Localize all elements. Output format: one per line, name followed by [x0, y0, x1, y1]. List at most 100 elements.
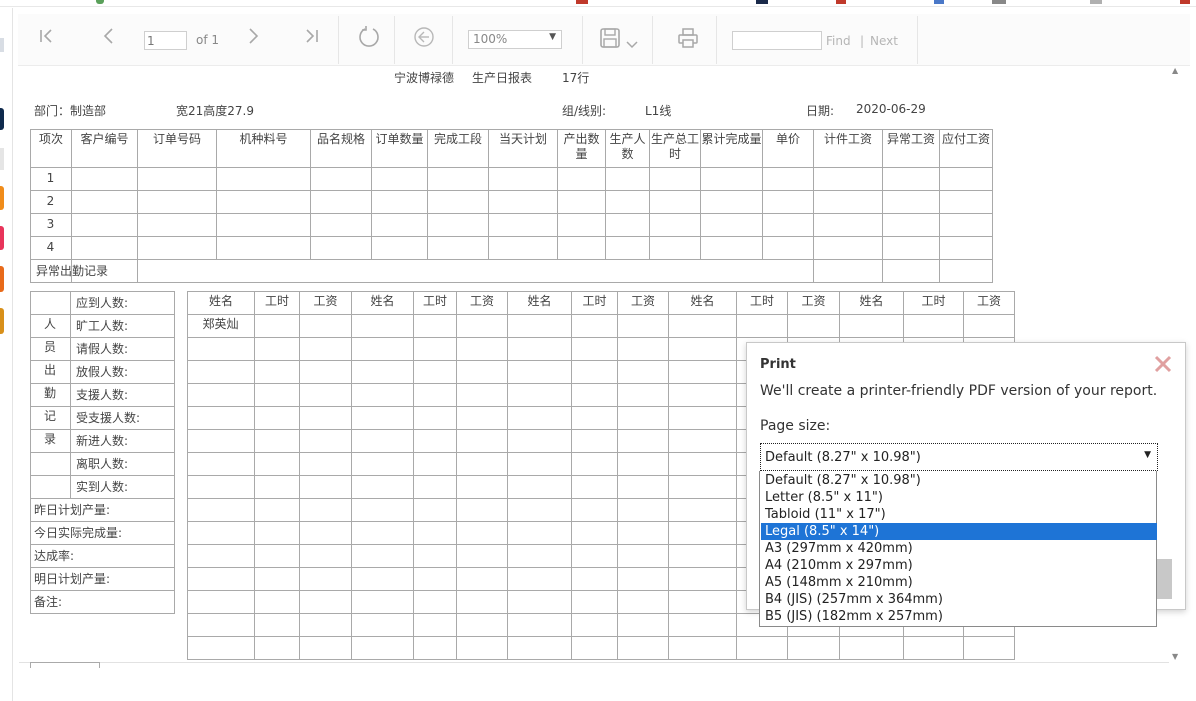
print-dialog-title: Print	[760, 357, 796, 372]
find-separator: |	[860, 34, 865, 48]
scroll-up-icon[interactable]: ▲	[1172, 66, 1178, 75]
column-header: 工资	[630, 294, 655, 308]
left-app-dock	[0, 8, 13, 701]
table-grid-line	[30, 360, 175, 361]
report-viewer: of 1 100% ▼ Find | Next ▲ ▼ 宁波博禄德 生产日报表 …	[0, 0, 1196, 701]
report-title: 生产日报表	[472, 71, 533, 85]
column-header: 项次	[38, 132, 63, 146]
column-header: 单价	[775, 132, 800, 146]
app-icon[interactable]	[0, 108, 4, 130]
column-header: 姓名	[370, 294, 395, 308]
page-size-option[interactable]: A3 (297mm x 420mm)	[761, 540, 1157, 557]
chevron-right-icon	[249, 28, 259, 44]
app-icon[interactable]	[0, 186, 4, 210]
next-page-button[interactable]	[242, 26, 264, 50]
table-grid-line	[813, 259, 814, 283]
bookmark-icon[interactable]	[1090, 0, 1102, 4]
bookmark-icon[interactable]	[1180, 0, 1190, 4]
line-group-value: L1线	[645, 104, 672, 118]
printer-icon	[678, 28, 698, 48]
find-input[interactable]	[732, 31, 822, 50]
app-icon[interactable]	[0, 266, 4, 292]
bookmark-icon[interactable]	[756, 0, 768, 4]
column-header: 当天计划	[498, 132, 547, 146]
table-grid-line	[187, 636, 1015, 637]
last-page-icon	[306, 29, 318, 43]
abnormal-attendance-label: 异常出勤记录	[36, 264, 109, 278]
chevron-down-icon: ▼	[549, 32, 556, 42]
browser-bookmark-strip	[0, 0, 1196, 7]
bookmark-icon[interactable]	[576, 0, 588, 4]
table-grid-line	[30, 167, 993, 168]
table-grid-line	[30, 291, 175, 292]
row-number: 3	[46, 217, 55, 231]
table-grid-line	[30, 406, 175, 407]
table-grid-line	[30, 236, 993, 237]
find-button[interactable]: Find	[826, 34, 851, 48]
refresh-button[interactable]	[356, 25, 382, 51]
summary-row-label: 昨日计划产量:	[34, 503, 111, 517]
summary-row-label: 明日计划产量:	[34, 572, 111, 586]
column-header: 订单号码	[152, 132, 201, 146]
column-header: 姓名	[690, 294, 715, 308]
section-label: 员	[43, 340, 56, 354]
table-grid-line	[939, 259, 940, 283]
bookmark-icon[interactable]	[96, 0, 104, 4]
bookmark-icon[interactable]	[836, 0, 846, 4]
print-button[interactable]	[676, 27, 700, 51]
personnel-row-label: 请假人数:	[76, 342, 129, 356]
page-size-option[interactable]: Letter (8.5" x 11")	[761, 489, 1157, 506]
page-size-option[interactable]: Legal (8.5" x 14")	[761, 523, 1157, 540]
page-size-select[interactable]: Default (8.27" x 10.98") ▼	[760, 443, 1158, 471]
export-button[interactable]	[598, 27, 622, 51]
back-arrow-icon	[414, 27, 434, 47]
page-size-option[interactable]: A4 (210mm x 297mm)	[761, 557, 1157, 574]
app-icon[interactable]	[0, 38, 4, 52]
scroll-down-icon[interactable]: ▼	[1172, 652, 1178, 661]
export-dropdown-button[interactable]	[624, 32, 640, 49]
column-header: 应付工资	[941, 132, 990, 146]
personnel-row-label: 支援人数:	[76, 388, 129, 402]
summary-row-label: 今日实际完成量:	[34, 526, 123, 540]
table-grid-line	[187, 291, 1015, 292]
bookmark-icon[interactable]	[992, 0, 1006, 4]
personnel-row-label: 放假人数:	[76, 365, 129, 379]
page-size-option[interactable]: B4 (JIS) (257mm x 364mm)	[761, 591, 1157, 608]
column-header: 工时	[582, 294, 607, 308]
page-size-option[interactable]: Tabloid (11" x 17")	[761, 506, 1157, 523]
app-icon[interactable]	[0, 308, 4, 334]
table-grid-line	[187, 659, 1015, 660]
employee-name: 郑英灿	[202, 317, 239, 331]
page-size-option[interactable]: Default (8.27" x 10.98")	[761, 472, 1157, 489]
first-page-button[interactable]	[36, 26, 58, 50]
personnel-row-label: 旷工人数:	[76, 319, 129, 333]
close-button[interactable]	[1152, 353, 1174, 375]
date-label: 日期:	[806, 104, 835, 118]
page-number-input[interactable]	[144, 31, 187, 50]
last-page-button[interactable]	[300, 26, 322, 50]
table-grid-line	[30, 613, 175, 614]
column-header: 机种料号	[239, 132, 288, 146]
page-size-option[interactable]: A5 (148mm x 210mm)	[761, 574, 1157, 591]
zoom-value: 100%	[473, 32, 508, 46]
column-header: 异常工资	[886, 132, 935, 146]
column-header: 产出数量	[563, 132, 600, 161]
save-disk-icon	[600, 28, 620, 48]
column-header: 工时	[264, 294, 289, 308]
table-grid-line	[30, 498, 175, 499]
bookmark-icon[interactable]	[934, 0, 944, 4]
app-icon[interactable]	[0, 148, 4, 170]
app-icon[interactable]	[0, 226, 4, 250]
personnel-row-label: 离职人数:	[76, 457, 129, 471]
table-grid-line	[30, 521, 175, 522]
row-number: 4	[46, 240, 55, 254]
back-to-parent-button[interactable]	[412, 26, 436, 50]
zoom-select[interactable]: 100% ▼	[468, 30, 562, 49]
report-row-count: 17行	[562, 71, 590, 85]
column-header: 工资	[313, 294, 338, 308]
previous-page-button[interactable]	[98, 26, 120, 50]
page-size-dropdown-list: Default (8.27" x 10.98") Letter (8.5" x 1…	[759, 471, 1157, 627]
section-label: 人	[43, 317, 56, 331]
page-size-option[interactable]: B5 (JIS) (182mm x 257mm)	[761, 608, 1157, 625]
find-next-button[interactable]: Next	[870, 34, 898, 48]
